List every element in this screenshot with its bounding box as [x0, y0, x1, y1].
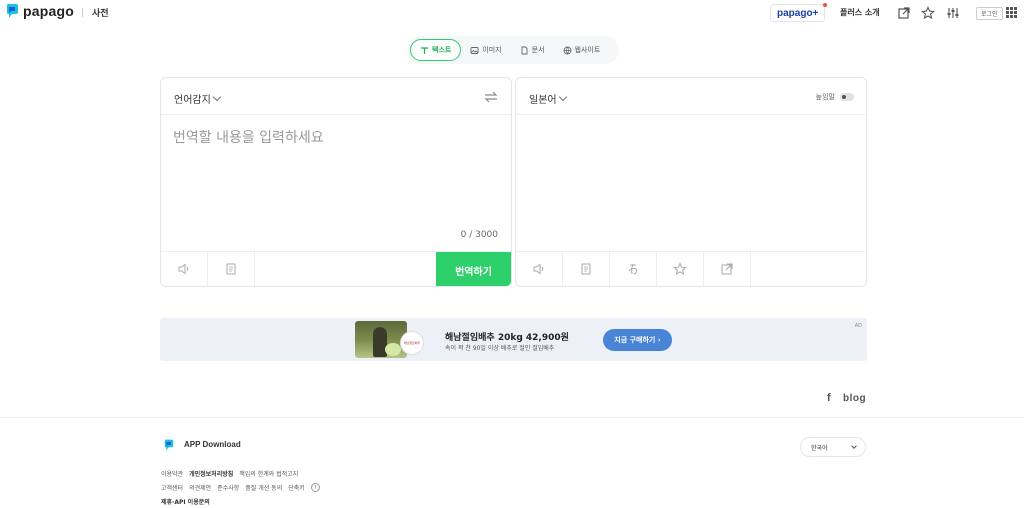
footer-link-terms[interactable]: 이용약관	[161, 469, 183, 478]
target-panel: 일본어 높임말	[515, 77, 867, 287]
ad-product-image	[355, 321, 407, 358]
target-language-select[interactable]: 일본어	[529, 91, 567, 106]
globe-icon	[563, 46, 572, 55]
ad-subtitle: 속이 꽉 찬 90일 이상 배추로 절인 절임배추	[445, 345, 555, 352]
target-panel-footer	[516, 251, 866, 286]
footer-link-quality-consent[interactable]: 품질 개선 동의	[245, 483, 282, 492]
papago-plus-label: papago+	[777, 7, 819, 19]
star-icon	[673, 261, 687, 280]
top-header: papago 사전 papago+ 플러스 소개 로그인	[0, 0, 1024, 26]
footer-link-support[interactable]: 고객센터	[161, 483, 183, 492]
tab-website[interactable]: 웹사이트	[554, 39, 610, 61]
tab-image-label: 이미지	[482, 46, 502, 54]
app-download-link[interactable]: APP Download	[164, 437, 241, 451]
papago-logo[interactable]: papago	[6, 3, 74, 19]
settings-sliders-icon[interactable]	[946, 5, 960, 19]
text-icon	[420, 46, 429, 55]
login-button[interactable]: 로그인	[976, 7, 1003, 20]
source-panel: 언어감지 0 / 3000 번역하기	[160, 77, 512, 287]
facebook-icon[interactable]: f	[827, 392, 831, 404]
ad-banner[interactable]: 해남절임배추 해남절임배추 20kg 42,900원 속이 꽉 찬 90일 이상…	[160, 318, 867, 361]
nav-dictionary-link[interactable]: 사전	[92, 6, 109, 19]
tab-text-label: 텍스트	[432, 46, 452, 54]
source-handwriting-button[interactable]	[208, 252, 255, 286]
footer-link-api[interactable]: 제휴·API 이용문의	[161, 497, 210, 506]
chevron-down-icon	[851, 443, 857, 449]
source-language-select[interactable]: 언어감지	[174, 91, 222, 106]
notepad-icon	[579, 261, 593, 280]
help-icon[interactable]: ?	[310, 483, 320, 492]
site-language-label: 한국어	[811, 444, 828, 452]
tab-document-label: 문서	[531, 46, 545, 54]
share-window-icon[interactable]	[897, 5, 911, 19]
logo-text: papago	[23, 3, 74, 19]
target-panel-header: 일본어 높임말	[516, 78, 866, 115]
hiragana-icon	[626, 261, 640, 280]
footer-link-guidelines[interactable]: 준수사항	[217, 483, 239, 492]
speaker-icon	[177, 261, 191, 280]
tab-website-label: 웹사이트	[574, 46, 601, 54]
ad-badge-text: 해남절임배추	[403, 341, 421, 345]
speaker-icon	[532, 261, 546, 280]
ad-title: 해남절임배추 20kg 42,900원	[445, 333, 569, 343]
papago-plus-button[interactable]: papago+	[770, 3, 828, 22]
header-divider	[82, 8, 83, 17]
tab-text[interactable]: 텍스트	[410, 39, 462, 61]
footer-links-row1: 이용약관 개인정보처리방침 책임의 한계와 법적고지	[161, 469, 304, 478]
document-icon	[520, 46, 529, 55]
papago-logo-icon	[164, 437, 174, 451]
tab-document[interactable]: 문서	[511, 39, 554, 61]
ad-label: AD	[854, 323, 862, 329]
ad-buy-button[interactable]: 지금 구매하기 ›	[603, 329, 672, 351]
plus-intro-link[interactable]: 플러스 소개	[840, 7, 880, 18]
source-text-input[interactable]	[173, 130, 493, 146]
share-button[interactable]	[704, 252, 751, 286]
footer-link-feedback[interactable]: 의견제안	[189, 483, 211, 492]
footer-link-shortcuts[interactable]: 단축키	[288, 483, 305, 492]
source-language-label: 언어감지	[174, 95, 211, 106]
ad-brand-seal: 해남절임배추	[400, 331, 424, 355]
footer-divider	[0, 417, 1024, 418]
footer-link-disclaimer[interactable]: 책임의 한계와 법적고지	[239, 469, 298, 478]
pronunciation-button[interactable]	[610, 252, 657, 286]
footer-links-row3: 제휴·API 이용문의	[161, 497, 216, 506]
swap-languages-icon[interactable]	[483, 89, 499, 103]
target-language-label: 일본어	[529, 95, 557, 106]
mode-tabs: 텍스트 이미지 문서 웹사이트	[407, 36, 619, 64]
star-icon[interactable]	[921, 5, 935, 20]
image-icon	[470, 46, 479, 55]
chevron-down-icon	[558, 92, 567, 102]
honorific-toggle[interactable]: 높임말	[816, 92, 854, 102]
source-panel-footer: 번역하기	[161, 251, 511, 286]
new-badge-dot	[823, 3, 828, 7]
papago-logo-icon	[6, 3, 19, 19]
blog-link[interactable]: blog	[843, 393, 866, 404]
source-listen-button[interactable]	[161, 252, 208, 286]
share-icon	[720, 261, 734, 280]
translate-button[interactable]: 번역하기	[436, 252, 511, 286]
chevron-down-icon	[212, 92, 222, 102]
target-copy-button[interactable]	[563, 252, 610, 286]
target-listen-button[interactable]	[516, 252, 563, 286]
footer-links-row2: 고객센터 의견제안 준수사항 품질 개선 동의 단축키 ?	[161, 483, 326, 492]
notepad-icon	[224, 261, 238, 280]
footer-link-privacy[interactable]: 개인정보처리방침	[189, 469, 233, 478]
site-language-select[interactable]: 한국어	[800, 437, 866, 457]
honorific-label: 높임말	[815, 93, 835, 101]
tab-image[interactable]: 이미지	[461, 39, 510, 61]
source-panel-header: 언어감지	[161, 78, 511, 115]
honorific-switch[interactable]	[840, 93, 854, 101]
app-download-label: APP Download	[184, 439, 241, 449]
character-count: 0 / 3000	[460, 230, 498, 240]
favorite-button[interactable]	[657, 252, 704, 286]
apps-grid-icon[interactable]	[1006, 7, 1017, 18]
